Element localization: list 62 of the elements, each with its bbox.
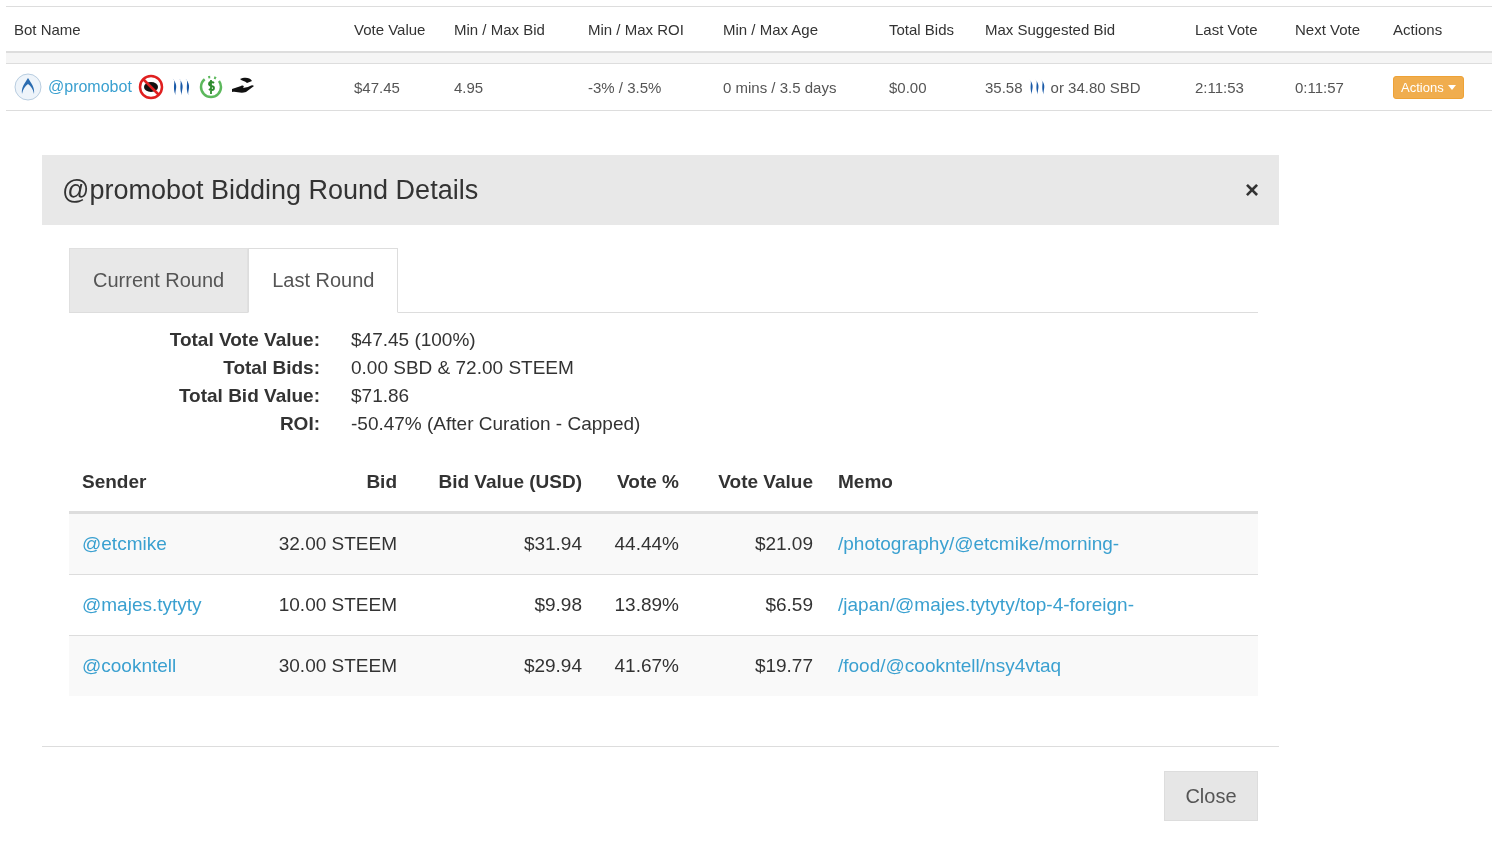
summary-label: Total Bid Value: [177, 385, 320, 407]
summary-label: ROI: [278, 413, 320, 435]
summary-value: 0.00 SBD & 72.00 STEEM [351, 357, 575, 379]
column-header: Max Suggested Bid [985, 20, 1117, 38]
column-header: Min / Max Bid [454, 20, 546, 38]
bid-cell-text: 32.00 STEEM [277, 533, 397, 555]
column-header: Bid Value (USD) [437, 471, 582, 493]
caret-icon [1447, 84, 1456, 90]
summary-value: $47.45 (100%) [351, 329, 477, 351]
bid-cell-text: 30.00 STEEM [277, 655, 397, 677]
min-max-roi: -3% / 3.5% [588, 78, 663, 96]
column-header: Min / Max ROI [588, 20, 685, 38]
next-vote: 0:11:57 [1295, 78, 1345, 96]
min-max-bid: 4.95 [454, 78, 485, 96]
bid-value-cell-text: $9.98 [533, 594, 582, 616]
close-button[interactable]: Close [1164, 771, 1258, 821]
last-vote: 2:11:53 [1195, 78, 1245, 96]
actions-button[interactable]: Actions [1393, 75, 1464, 99]
no-comment-icon [137, 74, 164, 100]
column-header: Vote Value [717, 471, 813, 493]
bot-name-link[interactable]: @promobot [48, 78, 132, 96]
vote-value-cell-text: $6.59 [764, 594, 813, 616]
column-header: Memo [837, 471, 894, 493]
summary-label: Total Bids: [222, 357, 320, 379]
bid-value-cell-text: $29.94 [522, 655, 582, 677]
tab[interactable]: Current Round [69, 248, 249, 313]
vote-value: $47.45 [354, 78, 401, 96]
column-header: Actions [1393, 20, 1444, 38]
column-header: Bid [365, 471, 397, 493]
summary-value: $71.86 [351, 385, 411, 407]
sender-link[interactable]: @majes.tytyty [82, 594, 232, 616]
column-header: Next Vote [1295, 20, 1362, 38]
vote-value-cell-text: $19.77 [753, 655, 813, 677]
column-header: Vote % [616, 471, 679, 493]
modal-title: @promobot Bidding Round Details [62, 174, 479, 206]
column-header: Min / Max Age [723, 20, 820, 38]
memo-link[interactable]: /food/@cookntell/nsy4vtaq [813, 655, 1258, 677]
suggested-alternative: or 34.80 SBD [1050, 78, 1141, 96]
bid-value-cell-text: $31.94 [522, 533, 582, 555]
memo-link[interactable]: /photography/@etcmike/morning- [813, 533, 1258, 555]
column-header: Last Vote [1195, 20, 1259, 38]
close-button[interactable]: × [1245, 176, 1259, 204]
tab[interactable]: Last Round [248, 248, 399, 313]
column-header: Sender [82, 471, 148, 493]
vote-percent-cell-text: 44.44% [613, 533, 679, 555]
bot-avatar-icon [14, 73, 42, 101]
total-bids: $0.00 [889, 78, 928, 96]
bid-cell-text: 10.00 STEEM [277, 594, 397, 616]
summary-value: -50.47% (After Curation - Capped) [351, 413, 642, 435]
sender-link[interactable]: @etcmike [82, 533, 232, 555]
vote-percent-cell-text: 13.89% [613, 594, 679, 616]
column-header: Vote Value [354, 20, 427, 38]
vote-percent-cell-text: 41.67% [613, 655, 679, 677]
column-header: Bot Name [14, 20, 82, 38]
summary-label: Total Vote Value: [168, 329, 320, 351]
sender-link[interactable]: @cookntell [82, 655, 232, 677]
suggested-amount: 35.58 [985, 78, 1023, 96]
column-header: Total Bids [889, 20, 956, 38]
vote-value-cell-text: $21.09 [753, 533, 813, 555]
dollar-refresh-icon [197, 74, 224, 100]
memo-link[interactable]: /japan/@majes.tytyty/top-4-foreign- [813, 594, 1258, 616]
min-max-age: 0 mins / 3.5 days [723, 78, 838, 96]
